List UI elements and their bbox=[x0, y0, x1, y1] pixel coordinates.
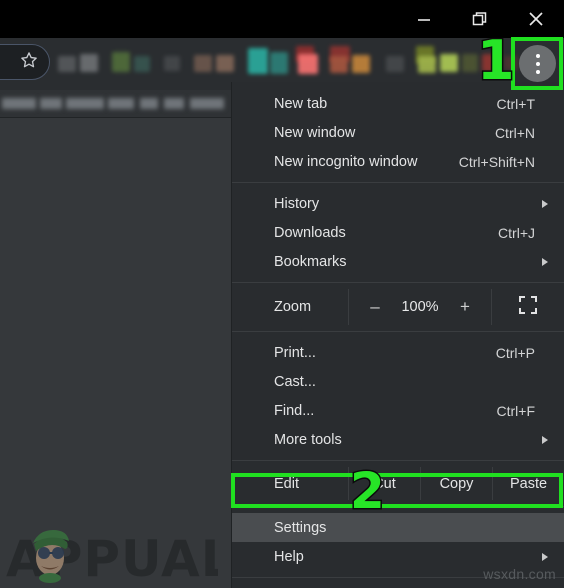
menu-item-shortcut: Ctrl+P bbox=[495, 344, 535, 361]
menu-item-cast[interactable]: Cast... bbox=[232, 367, 564, 396]
site-watermark: wsxdn.com bbox=[483, 566, 556, 582]
zoom-in-button[interactable]: + bbox=[448, 290, 482, 324]
bookmark-item[interactable] bbox=[190, 98, 224, 109]
omnibox-trailing[interactable] bbox=[0, 44, 50, 80]
menu-item-label: New window bbox=[274, 124, 356, 141]
edit-button-copy[interactable]: Copy bbox=[420, 467, 492, 500]
menu-separator bbox=[232, 506, 564, 507]
extension-icon[interactable] bbox=[270, 52, 288, 74]
extension-icon[interactable] bbox=[58, 56, 76, 72]
menu-item-print[interactable]: Print... Ctrl+P bbox=[232, 338, 564, 367]
menu-separator bbox=[232, 460, 564, 461]
menu-item-settings[interactable]: Settings bbox=[232, 513, 564, 542]
menu-separator bbox=[232, 282, 564, 283]
edit-row: Edit Cut Copy Paste bbox=[232, 467, 564, 500]
minimize-button[interactable] bbox=[396, 0, 452, 38]
star-icon[interactable] bbox=[19, 50, 39, 75]
three-dot-menu-icon-dot3 bbox=[535, 69, 540, 74]
menu-item-label: New incognito window bbox=[274, 153, 418, 170]
step-number-1: 1 bbox=[476, 29, 517, 92]
close-icon bbox=[525, 8, 547, 30]
edit-button-paste[interactable]: Paste bbox=[492, 467, 564, 500]
fullscreen-icon bbox=[519, 295, 537, 319]
menu-separator bbox=[232, 331, 564, 332]
menu-item-shortcut: Ctrl+T bbox=[496, 95, 536, 112]
zoom-out-button[interactable]: – bbox=[358, 290, 392, 324]
three-dot-menu-icon-dot2 bbox=[535, 61, 540, 66]
bookmark-item[interactable] bbox=[2, 98, 36, 109]
restore-icon bbox=[470, 9, 490, 29]
bookmark-item[interactable] bbox=[140, 98, 158, 109]
menu-item-history[interactable]: History bbox=[232, 189, 564, 218]
bookmarks-bar[interactable] bbox=[0, 90, 232, 118]
menu-separator bbox=[232, 182, 564, 183]
extension-icon[interactable] bbox=[462, 54, 478, 72]
bookmark-item[interactable] bbox=[66, 98, 104, 109]
menu-item-bookmarks[interactable]: Bookmarks bbox=[232, 247, 564, 276]
minimize-icon bbox=[414, 9, 434, 29]
close-button[interactable] bbox=[508, 0, 564, 38]
extension-icon[interactable] bbox=[298, 54, 318, 74]
fullscreen-button[interactable] bbox=[492, 289, 564, 325]
menu-item-shortcut: Ctrl+N bbox=[494, 124, 535, 141]
appuals-logo-watermark: APPUALS bbox=[4, 524, 270, 588]
edit-label: Edit bbox=[274, 475, 299, 492]
menu-item-shortcut: Ctrl+Shift+N bbox=[458, 153, 535, 170]
three-dot-menu-button[interactable] bbox=[519, 45, 556, 82]
menu-item-label: More tools bbox=[274, 431, 342, 448]
zoom-row: Zoom –100% + bbox=[232, 289, 564, 325]
menu-item-find[interactable]: Find... Ctrl+F bbox=[232, 396, 564, 425]
extension-icon[interactable] bbox=[352, 55, 370, 73]
menu-item-label: History bbox=[274, 195, 320, 212]
extension-icon[interactable] bbox=[440, 54, 458, 72]
page-content bbox=[0, 119, 232, 588]
menu-item-label: New tab bbox=[274, 95, 328, 112]
submenu-arrow-icon bbox=[542, 199, 548, 208]
menu-item-shortcut: Ctrl+J bbox=[498, 224, 535, 241]
bookmark-item[interactable] bbox=[108, 98, 134, 109]
menu-item-new-window[interactable]: New window Ctrl+N bbox=[232, 118, 564, 147]
menu-item-label: Print... bbox=[274, 344, 316, 361]
submenu-arrow-icon bbox=[542, 435, 548, 444]
three-dot-menu-icon bbox=[535, 53, 540, 58]
chrome-main-menu[interactable]: New tab Ctrl+T New window Ctrl+N New incogni… bbox=[232, 82, 564, 588]
extension-icon[interactable] bbox=[216, 55, 234, 72]
browser-screenshot: New tab Ctrl+T New window Ctrl+N New incogni… bbox=[0, 0, 564, 588]
zoom-value: 100% bbox=[401, 299, 439, 315]
extension-icon[interactable] bbox=[330, 56, 348, 73]
menu-item-label: Find... bbox=[274, 402, 315, 419]
zoom-controls: –100% + bbox=[348, 289, 492, 325]
extension-icon[interactable] bbox=[194, 55, 212, 72]
menu-item-label: Help bbox=[274, 548, 304, 565]
extension-icon[interactable] bbox=[134, 56, 150, 72]
bookmark-item[interactable] bbox=[40, 98, 62, 109]
extension-icon[interactable] bbox=[248, 48, 268, 74]
menu-item-new-incognito-window[interactable]: New incognito window Ctrl+Shift+N bbox=[232, 147, 564, 176]
extension-icon[interactable] bbox=[164, 56, 180, 71]
extension-icon[interactable] bbox=[386, 56, 404, 72]
menu-item-new-tab[interactable]: New tab Ctrl+T bbox=[232, 89, 564, 118]
submenu-arrow-icon bbox=[542, 552, 548, 561]
menu-item-label: Bookmarks bbox=[274, 253, 347, 270]
extension-icon[interactable] bbox=[80, 54, 98, 72]
menu-item-label: Downloads bbox=[274, 224, 346, 241]
extension-icon[interactable] bbox=[418, 56, 436, 73]
menu-item-label: Cast... bbox=[274, 373, 316, 390]
step-number-2: 2 bbox=[349, 462, 387, 520]
bookmark-item[interactable] bbox=[164, 98, 184, 109]
menu-item-label: Settings bbox=[274, 519, 327, 536]
extension-icon[interactable] bbox=[112, 52, 130, 72]
menu-item-downloads[interactable]: Downloads Ctrl+J bbox=[232, 218, 564, 247]
menu-item-shortcut: Ctrl+F bbox=[496, 402, 536, 419]
menu-item-exit[interactable]: Exit bbox=[232, 584, 564, 588]
zoom-label: Zoom bbox=[274, 299, 312, 315]
menu-item-more-tools[interactable]: More tools bbox=[232, 425, 564, 454]
submenu-arrow-icon bbox=[542, 257, 548, 266]
